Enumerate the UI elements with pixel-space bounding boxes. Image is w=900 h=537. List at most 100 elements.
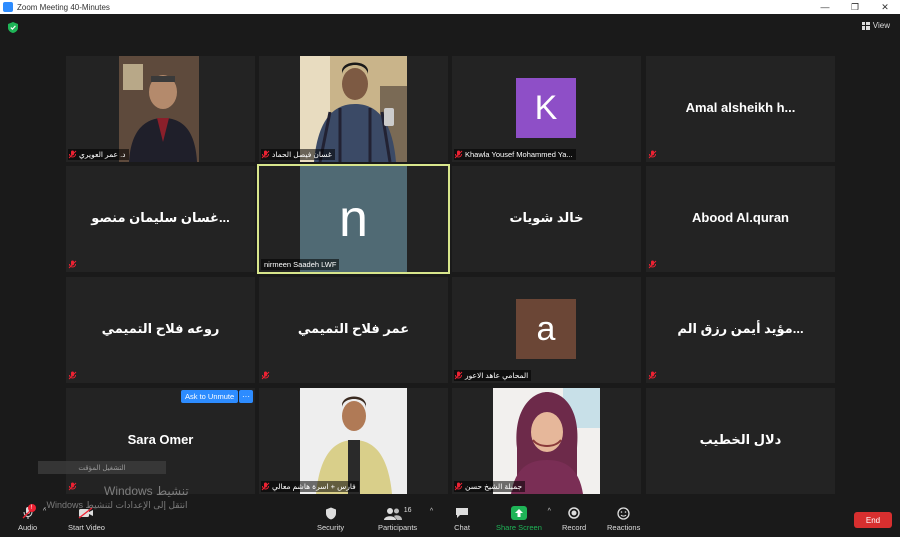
person-silhouette-icon [493, 388, 600, 494]
participant-label: د. عمر العويري [68, 149, 129, 160]
participant-video [493, 388, 600, 494]
chevron-up-icon[interactable]: ^ [430, 508, 433, 515]
active-speaker-tile[interactable]: n nirmeen Saadeh LWF [257, 164, 450, 274]
avatar-letter: K [534, 88, 558, 127]
reactions-label: Reactions [607, 523, 641, 532]
tile-more-button[interactable]: ··· [239, 390, 253, 403]
mic-muted-icon [261, 150, 270, 159]
mic-muted-icon [68, 482, 77, 491]
participant-name-large: مؤيد أيمن رزق الم... [677, 321, 804, 336]
record-button[interactable]: Record [562, 506, 586, 532]
video-tile[interactable]: غسان سليمان منصو... [66, 166, 255, 272]
participant-name: nirmeen Saadeh LWF [264, 260, 337, 269]
window-titlebar: Zoom Meeting 40-Minutes — ❐ ✕ [0, 0, 900, 14]
avatar-letter: n [339, 190, 368, 248]
window-title: Zoom Meeting 40-Minutes [17, 2, 110, 12]
audio-button[interactable]: ! Audio ^ [18, 504, 46, 532]
close-icon[interactable]: ✕ [870, 0, 900, 14]
mic-muted-icon [454, 482, 463, 491]
video-tile[interactable]: خالد شويات [452, 166, 641, 272]
participant-video [119, 56, 199, 162]
reactions-icon [616, 506, 632, 520]
participant-name: فارس + اسرة هاشم معالي [272, 482, 356, 491]
mic-muted-icon [648, 371, 657, 380]
participant-label [648, 259, 662, 270]
person-silhouette-icon [300, 56, 407, 162]
end-meeting-button[interactable]: End [854, 512, 892, 528]
participant-name-large: Amal alsheikh h... [685, 100, 796, 115]
mic-muted-icon [648, 150, 657, 159]
participant-avatar: n [300, 166, 407, 272]
mic-muted-icon [648, 260, 657, 269]
restore-icon[interactable]: ❐ [840, 0, 870, 14]
reactions-button[interactable]: Reactions [607, 506, 640, 532]
chat-button[interactable]: Chat [454, 506, 470, 532]
participant-name: د. عمر العويري [79, 150, 126, 159]
video-tile[interactable]: دلال الخطيب [646, 388, 835, 494]
security-button[interactable]: Security [317, 506, 344, 532]
video-tile[interactable]: Abood Al.quran [646, 166, 835, 272]
record-icon [566, 506, 582, 520]
participant-label: غسان فيصل الحماد [261, 149, 335, 160]
video-tile[interactable]: فارس + اسرة هاشم معالي [259, 388, 448, 494]
participant-name: جميلة الشيخ حسن [465, 482, 523, 491]
chevron-up-icon[interactable]: ^ [548, 508, 551, 515]
person-silhouette-icon [300, 388, 407, 494]
participant-label [648, 370, 662, 381]
participants-icon: 16 [383, 506, 413, 520]
participant-label [68, 481, 82, 492]
video-tile[interactable]: a المحامي عاهد الاعور [452, 277, 641, 383]
record-label: Record [562, 523, 587, 532]
security-label: Security [317, 523, 345, 532]
video-tile[interactable]: جميلة الشيخ حسن [452, 388, 641, 494]
video-tile[interactable]: Sara Omer [66, 388, 255, 494]
participant-avatar: K [516, 78, 576, 138]
view-button[interactable]: View [861, 21, 890, 30]
zoom-logo-icon [3, 2, 13, 12]
video-tile[interactable]: Amal alsheikh h... [646, 56, 835, 162]
participant-label: المحامي عاهد الاعور [454, 370, 532, 381]
view-label: View [872, 21, 890, 30]
windows-activation-watermark: تنشيط Windows [104, 484, 189, 498]
video-tile[interactable]: روعه فلاح التميمي [66, 277, 255, 383]
chat-label: Chat [454, 523, 470, 532]
shield-icon [323, 506, 339, 520]
mic-muted-icon [454, 371, 463, 380]
participant-avatar: a [516, 299, 576, 359]
video-tile[interactable]: عمر فلاح التميمي [259, 277, 448, 383]
mic-muted-icon [68, 150, 77, 159]
mic-muted-icon [261, 482, 270, 491]
windows-activation-hint: انتقل إلى الإعدادات لتنشيط Windows. [44, 500, 188, 510]
participant-name: Khawla Yousef Mohammed Ya... [465, 150, 573, 159]
participant-name-large: Sara Omer [127, 432, 194, 447]
notification-badge: ! [27, 504, 36, 512]
share-screen-label: Share Screen [496, 523, 542, 532]
participant-label [648, 149, 662, 160]
participant-label: nirmeen Saadeh LWF [261, 259, 340, 270]
mic-muted-icon [68, 371, 77, 380]
participants-count: 16 [403, 506, 412, 514]
participant-label [68, 370, 82, 381]
video-tile[interactable]: د. عمر العويري [66, 56, 255, 162]
participants-button[interactable]: 16 Participants ^ [378, 506, 433, 533]
participant-name-large: Abood Al.quran [691, 210, 789, 225]
window-controls: — ❐ ✕ [810, 0, 900, 14]
participant-label: فارس + اسرة هاشم معالي [261, 481, 359, 492]
participants-label: Participants [378, 523, 418, 532]
mic-muted-icon [261, 371, 270, 380]
mic-muted-icon [68, 260, 77, 269]
encryption-shield-icon[interactable] [8, 22, 18, 33]
minimize-icon[interactable]: — [810, 0, 840, 14]
participant-name: المحامي عاهد الاعور [465, 371, 529, 380]
mic-muted-icon [454, 150, 463, 159]
grid-view-icon [861, 21, 870, 30]
share-screen-button[interactable]: Share Screen ^ [496, 506, 551, 532]
ask-to-unmute-button[interactable]: Ask to Unmute [181, 390, 239, 403]
video-tile[interactable]: غسان فيصل الحماد [259, 56, 448, 162]
participant-name: غسان فيصل الحماد [272, 150, 332, 159]
start-video-label: Start Video [68, 523, 105, 532]
video-tile[interactable]: مؤيد أيمن رزق الم... [646, 277, 835, 383]
video-tile[interactable]: K Khawla Yousef Mohammed Ya... [452, 56, 641, 162]
participant-label: Khawla Yousef Mohammed Ya... [454, 149, 576, 160]
participant-name-large: خالد شويات [509, 210, 584, 225]
